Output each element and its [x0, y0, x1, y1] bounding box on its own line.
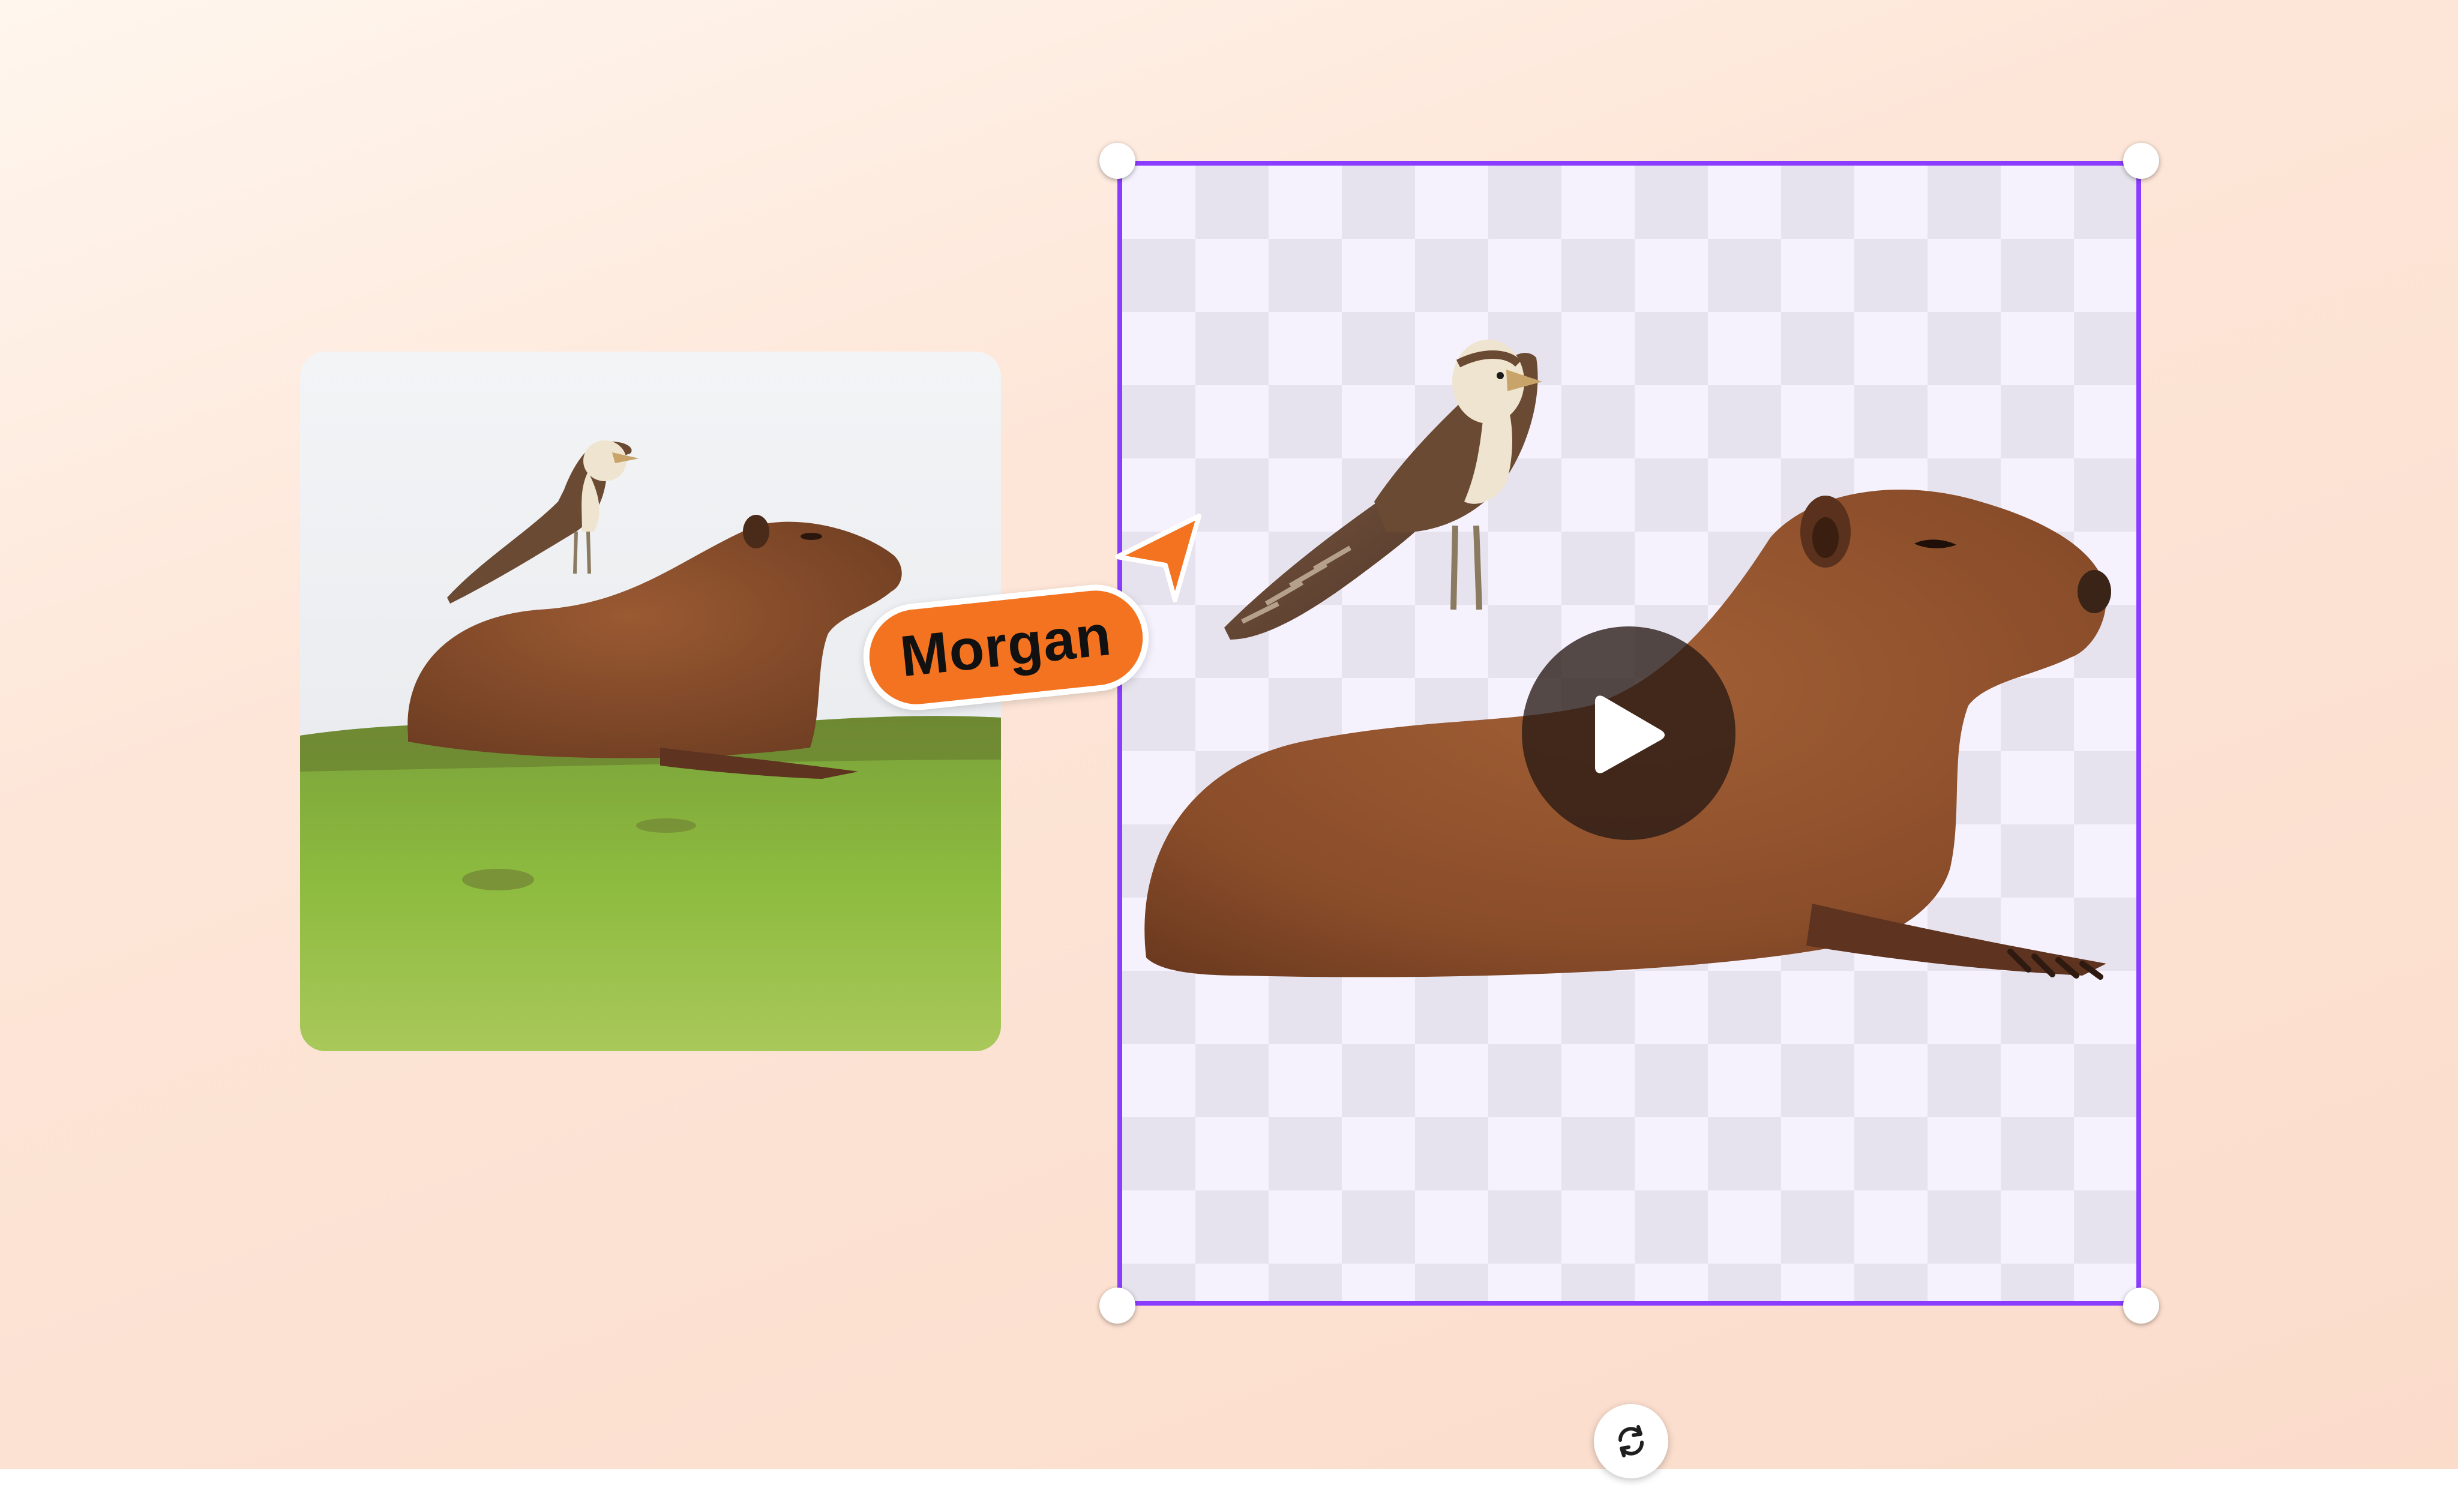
play-button[interactable] [1522, 626, 1735, 840]
resize-handle-top-right[interactable] [2123, 143, 2159, 179]
play-icon [1595, 695, 1665, 773]
rotate-button[interactable] [1594, 1404, 1668, 1478]
resize-handle-top-left[interactable] [1099, 143, 1135, 179]
rotate-icon [1618, 1425, 1644, 1457]
resize-handle-bottom-right[interactable] [2123, 1288, 2159, 1324]
cursor-arrow-icon [1115, 514, 1201, 602]
resize-handle-bottom-left[interactable] [1099, 1288, 1135, 1324]
